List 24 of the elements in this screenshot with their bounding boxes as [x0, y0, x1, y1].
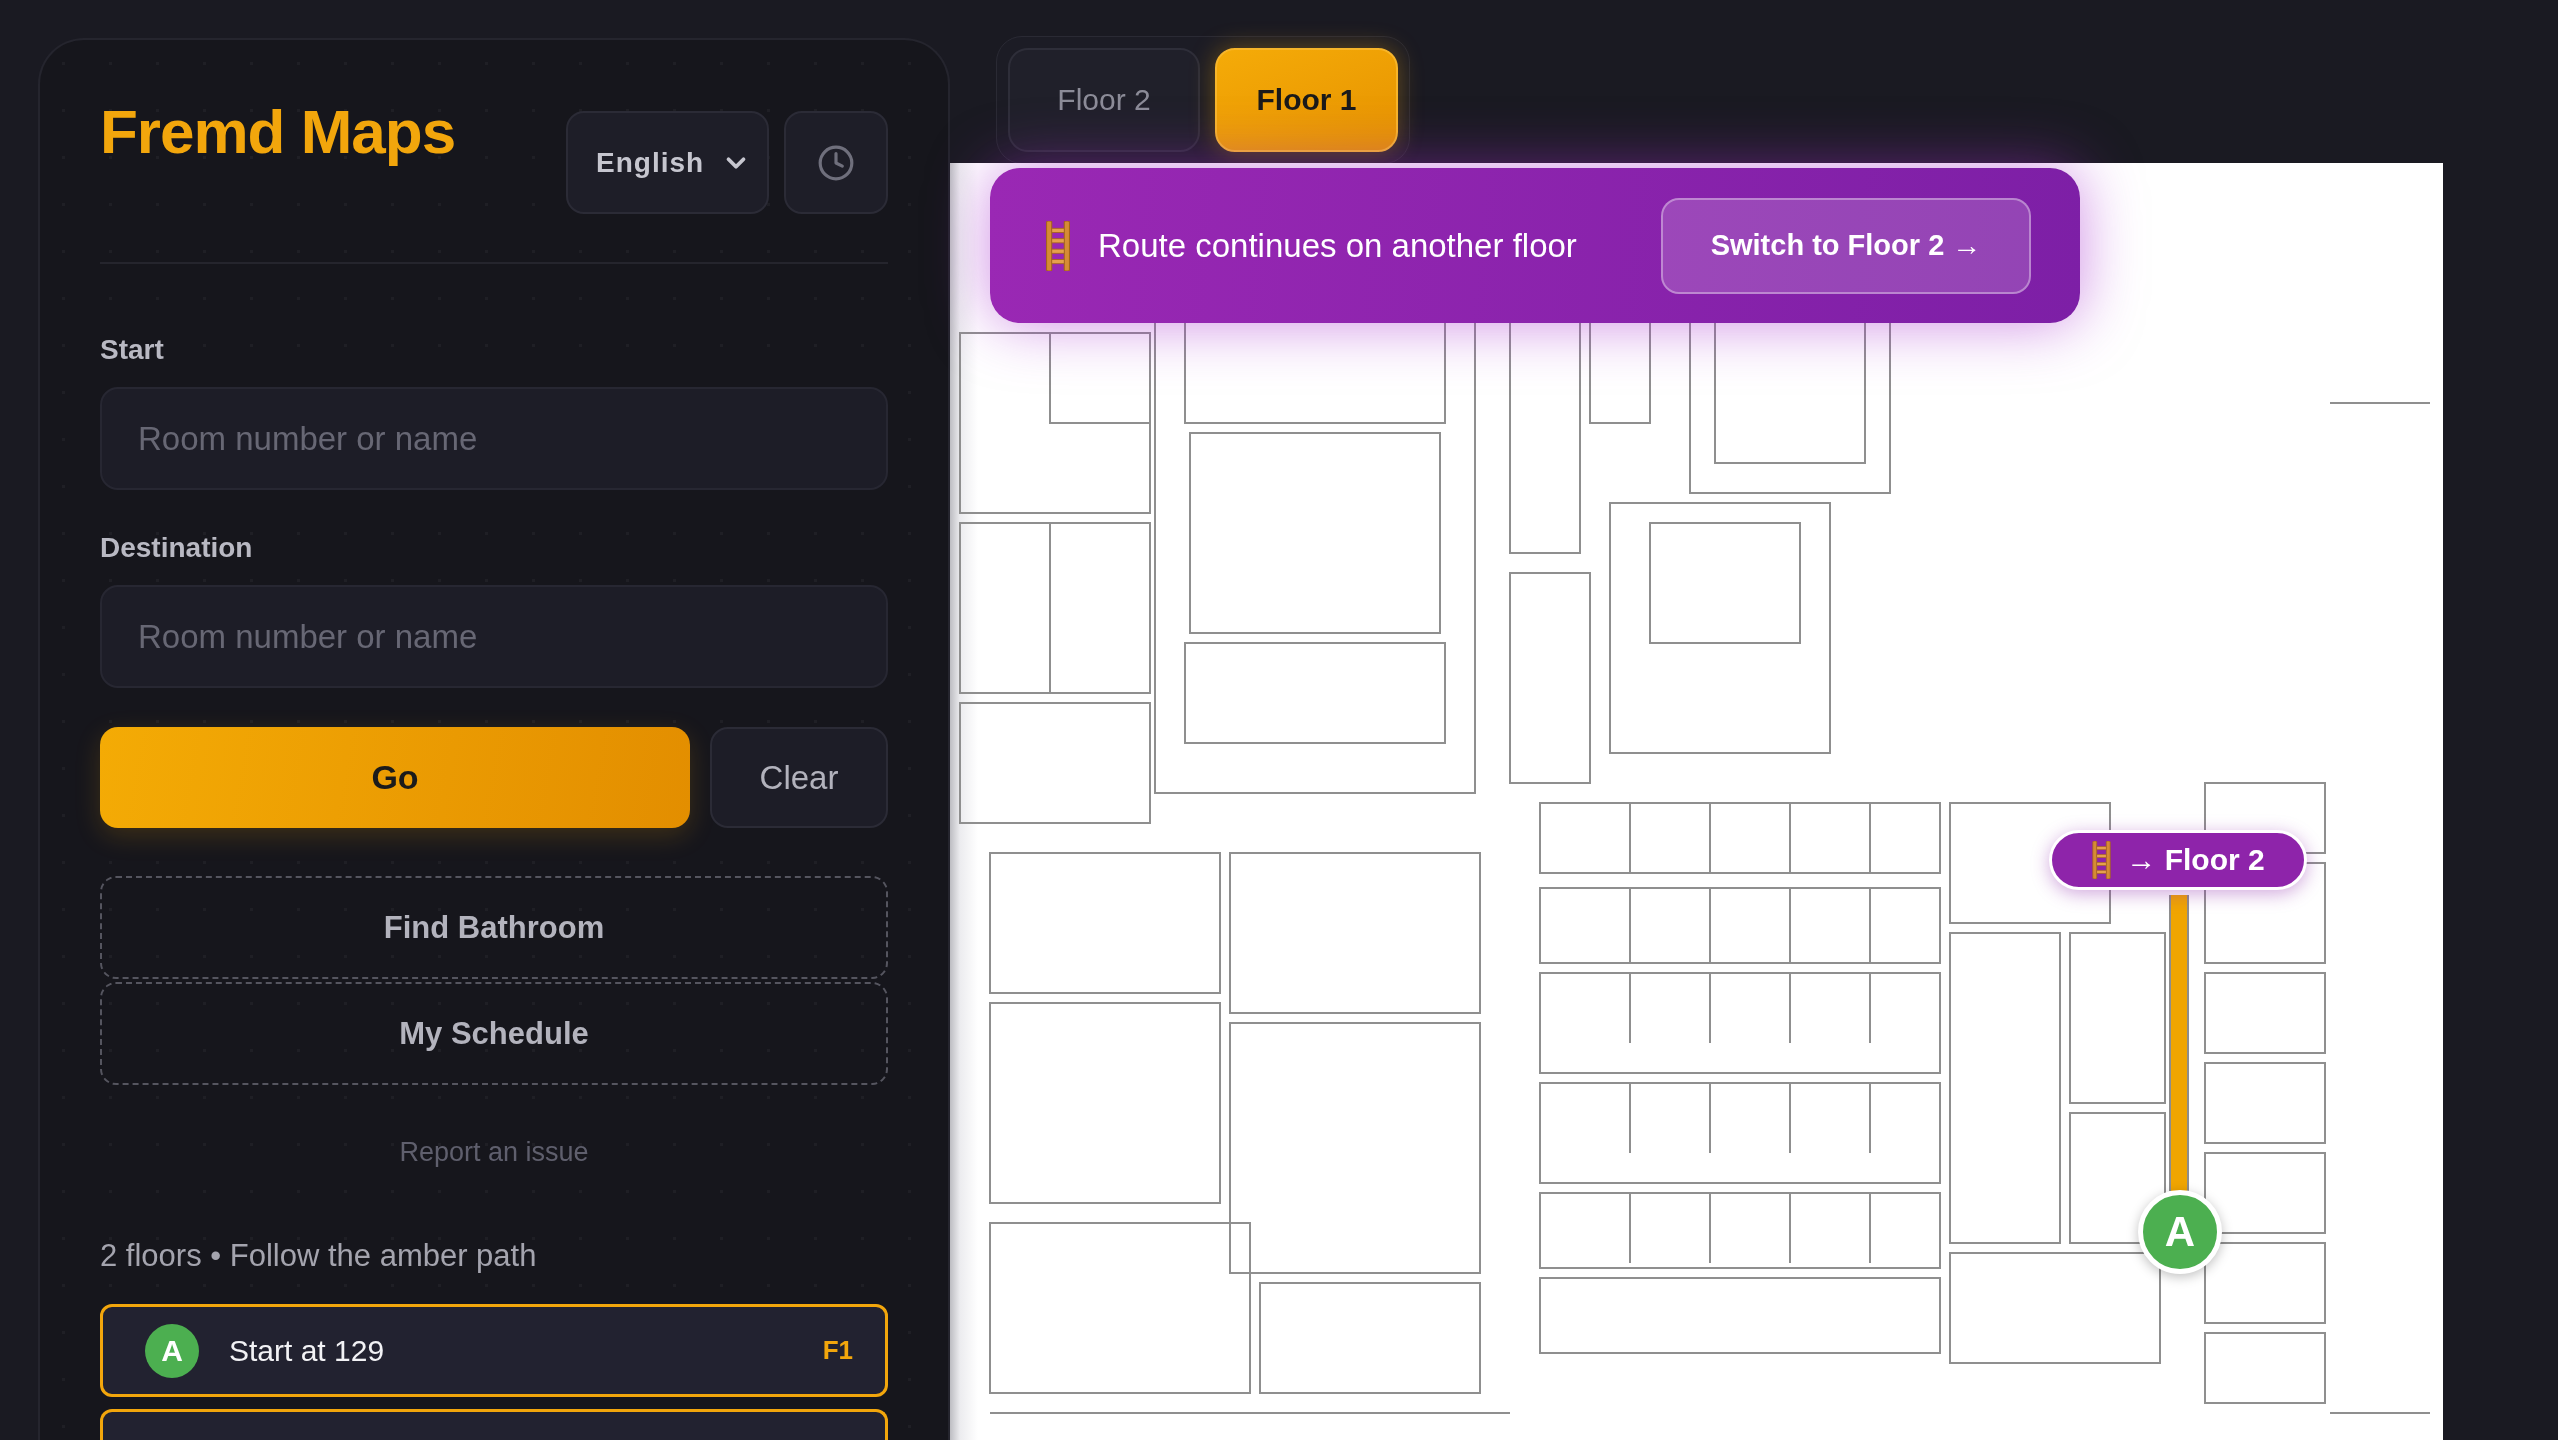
quick-action-button[interactable]: Find Bathroom — [100, 876, 888, 979]
language-select[interactable]: English — [566, 111, 769, 214]
clock-icon — [817, 143, 855, 182]
field-label: Destination — [100, 533, 254, 563]
history-button[interactable] — [784, 111, 888, 214]
quick-action-button[interactable]: My Schedule — [100, 982, 888, 1085]
route-step-card[interactable] — [100, 1409, 888, 1440]
ladder-icon — [1045, 220, 1071, 271]
input-field[interactable]: Room number or name — [100, 585, 888, 688]
step-marker: A — [145, 1323, 199, 1378]
floor-tab[interactable]: Floor 2 — [1008, 48, 1200, 152]
banner-message: Route continues on another floor — [1098, 226, 1578, 265]
field-label: Start — [100, 335, 165, 365]
floor-transfer-badge[interactable]: → Floor 2 — [2049, 830, 2307, 890]
go-button[interactable]: Go — [100, 727, 690, 828]
route-step-card[interactable]: A Start at 129 F1 — [100, 1304, 888, 1397]
switch-floor-button[interactable]: Switch to Floor 2 → — [1661, 197, 2031, 294]
route-summary: 2 floors • Follow the amber path — [100, 1238, 538, 1274]
input-field[interactable]: Room number or name — [100, 387, 888, 490]
ladder-icon — [2091, 841, 2113, 879]
step-label: Start at 129 — [229, 1333, 385, 1368]
floor-tag: F1 — [822, 1335, 853, 1366]
floor-tab[interactable]: Floor 1 — [1215, 48, 1398, 152]
clear-button[interactable]: Clear — [710, 727, 888, 828]
